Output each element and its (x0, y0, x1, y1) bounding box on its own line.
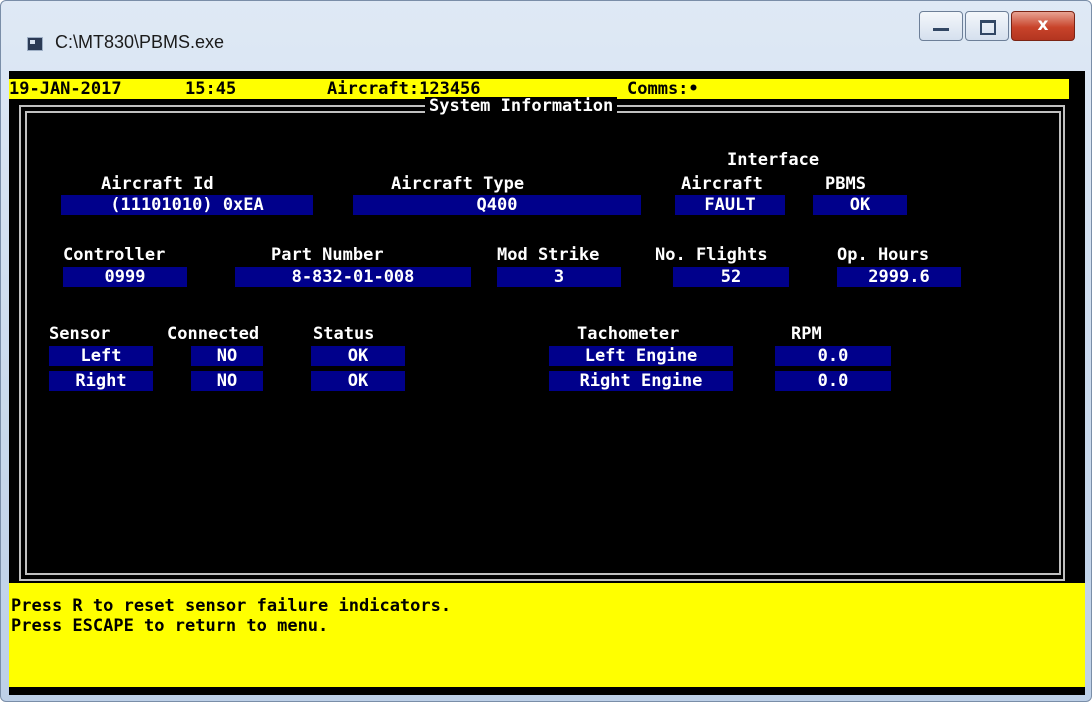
sensor-status: OK (347, 371, 369, 391)
tachometer-rpm-cell: 0.0 (775, 371, 891, 391)
help-line-escape: Press ESCAPE to return to menu. (11, 616, 329, 636)
maximize-icon (980, 20, 996, 35)
part-number-value: 8-832-01-008 (291, 267, 415, 287)
tachometer-rpm: 0.0 (817, 371, 849, 391)
controller-value: 0999 (104, 267, 146, 287)
tachometer-rpm: 0.0 (817, 346, 849, 366)
controller-label: Controller (63, 245, 166, 265)
flights-value: 52 (720, 267, 742, 287)
close-button[interactable]: x (1011, 11, 1075, 41)
status-date: 19-JAN-2017 (9, 79, 122, 99)
interface-aircraft-field: FAULT (675, 195, 785, 215)
caption-buttons: x (917, 11, 1075, 43)
sensor-name: Left (80, 346, 122, 366)
sensor-status-cell: OK (311, 371, 405, 391)
flights-label: No. Flights (655, 245, 768, 265)
sensor-connected-cell: NO (191, 346, 263, 366)
sensor-name: Right (75, 371, 127, 391)
aircraft-type-value: Q400 (476, 195, 518, 215)
mod-strike-label: Mod Strike (497, 245, 600, 265)
sensor-name-cell: Left (49, 346, 153, 366)
aircraft-type-label: Aircraft Type (391, 174, 525, 194)
aircraft-id-value: (11101010) 0xEA (110, 195, 264, 215)
tachometer-name: Right Engine (579, 371, 703, 391)
part-number-field: 8-832-01-008 (235, 267, 471, 287)
sensor-status-cell: OK (311, 346, 405, 366)
tachometer-name-cell: Right Engine (549, 371, 733, 391)
tachometer-name-cell: Left Engine (549, 346, 733, 366)
status-comms: Comms:• (627, 79, 699, 99)
part-number-label: Part Number (271, 245, 384, 265)
sensor-status: OK (347, 346, 369, 366)
mod-strike-value: 3 (553, 267, 565, 287)
op-hours-label: Op. Hours (837, 245, 930, 265)
close-icon: x (1037, 15, 1049, 35)
minimize-button[interactable] (919, 11, 963, 41)
aircraft-id-label: Aircraft Id (101, 174, 214, 194)
sensor-connected: NO (216, 346, 238, 366)
tachometer-header: Tachometer (577, 324, 680, 344)
rpm-header: RPM (791, 324, 822, 344)
interface-pbms-field: OK (813, 195, 907, 215)
op-hours-value: 2999.6 (868, 267, 930, 287)
status-header: Status (313, 324, 375, 344)
interface-label: Interface (727, 150, 820, 170)
sensor-name-cell: Right (49, 371, 153, 391)
flights-field: 52 (673, 267, 789, 287)
aircraft-id-field: (11101010) 0xEA (61, 195, 313, 215)
console-app-icon[interactable] (27, 37, 43, 51)
status-time: 15:45 (185, 79, 237, 99)
sensor-connected-cell: NO (191, 371, 263, 391)
mod-strike-field: 3 (497, 267, 621, 287)
interface-aircraft-value: FAULT (704, 195, 756, 215)
interface-aircraft-label: Aircraft (681, 174, 763, 194)
console-screen[interactable]: 19-JAN-2017 15:45 Aircraft:123456 Comms:… (9, 71, 1085, 695)
aircraft-type-field: Q400 (353, 195, 641, 215)
minimize-icon (933, 28, 949, 31)
application-window: C:\MT830\PBMS.exe x 19-JAN-2017 15:45 Ai… (0, 0, 1092, 702)
sensor-connected: NO (216, 371, 238, 391)
title-bar[interactable]: C:\MT830\PBMS.exe x (1, 1, 1091, 67)
interface-pbms-value: OK (849, 195, 871, 215)
tachometer-rpm-cell: 0.0 (775, 346, 891, 366)
maximize-button[interactable] (965, 11, 1009, 41)
op-hours-field: 2999.6 (837, 267, 961, 287)
tachometer-name: Left Engine (584, 346, 698, 366)
help-panel: Press R to reset sensor failure indicato… (9, 583, 1085, 687)
window-title: C:\MT830\PBMS.exe (55, 32, 225, 52)
sensor-header: Sensor (49, 324, 111, 344)
interface-pbms-label: PBMS (825, 174, 866, 194)
controller-field: 0999 (63, 267, 187, 287)
panel-title: System Information (425, 97, 618, 115)
help-line-reset: Press R to reset sensor failure indicato… (11, 596, 452, 616)
connected-header: Connected (167, 324, 260, 344)
